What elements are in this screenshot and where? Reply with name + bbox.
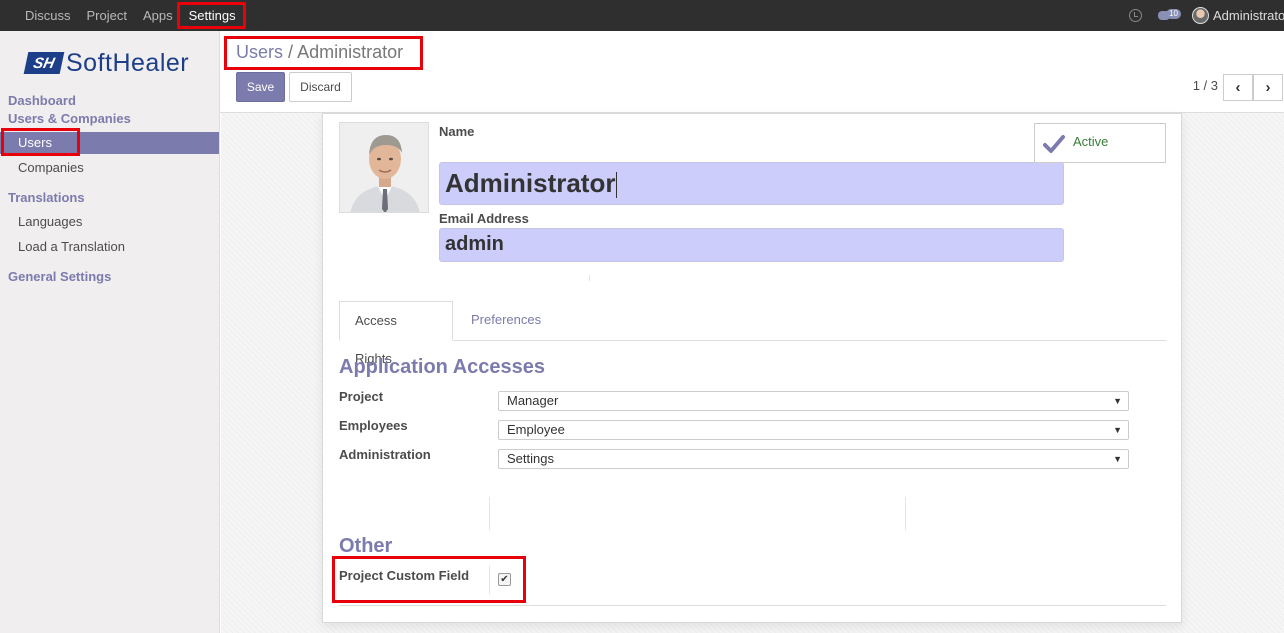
section-other: Other	[339, 535, 393, 557]
pager-previous-button[interactable]: ‹	[1223, 74, 1253, 101]
notebook-tabs: Access Rights Preferences	[339, 301, 1166, 366]
email-label: Email Address	[439, 211, 529, 226]
column-divider	[905, 497, 906, 530]
menu-settings[interactable]: Settings	[181, 8, 244, 23]
dropdown-arrow-icon: ▼	[1113, 425, 1122, 435]
administration-access-value: Settings	[507, 451, 554, 466]
dropdown-arrow-icon: ▼	[1113, 396, 1122, 406]
name-label: Name	[439, 124, 475, 139]
column-divider	[589, 275, 590, 281]
project-access-value: Manager	[507, 393, 559, 408]
tab-access-rights[interactable]: Access Rights	[339, 301, 453, 366]
field-label-project: Project	[339, 389, 384, 404]
column-divider	[489, 566, 490, 594]
check-icon	[1043, 135, 1065, 153]
user-photo[interactable]	[339, 122, 429, 213]
field-label-project-custom-field: Project Custom Field	[339, 568, 470, 583]
sidebar-item-users[interactable]: Users	[0, 132, 219, 154]
sidebar-item-dashboard[interactable]: Dashboard	[8, 93, 76, 108]
text-caret	[616, 172, 618, 199]
logo-text: SoftHealer	[66, 48, 190, 77]
field-label-employees: Employees	[339, 418, 408, 433]
email-input[interactable]: admin	[439, 228, 1064, 262]
section-application-accesses: Application Accesses	[339, 356, 546, 378]
control-panel: Users / Administrator Save Discard 1 / 3…	[220, 31, 1284, 113]
breadcrumb-current: Administrator	[297, 42, 404, 62]
name-value: Administrator	[445, 168, 616, 198]
administration-access-select[interactable]: Settings ▼	[498, 449, 1129, 469]
user-menu-name[interactable]: Administrator	[1213, 8, 1284, 23]
field-label-administration: Administration	[339, 447, 431, 462]
sidebar-item-load-translation[interactable]: Load a Translation	[0, 236, 219, 258]
pager-value: 1 / 3	[1192, 78, 1218, 93]
logo-mark: SH	[23, 52, 65, 74]
breadcrumb: Users / Administrator	[236, 42, 403, 63]
active-toggle-button[interactable]: Active	[1034, 123, 1166, 163]
messaging-icon[interactable]: 10	[1158, 8, 1181, 23]
tab-preferences[interactable]: Preferences	[456, 301, 556, 341]
app-menu: Discuss Project Apps Settings	[17, 0, 244, 31]
sidebar-section-users-companies[interactable]: Users & Companies	[8, 111, 131, 126]
user-photo-image	[340, 123, 428, 212]
company-logo: SH SoftHealer	[23, 48, 190, 77]
user-avatar[interactable]	[1192, 7, 1209, 24]
menu-discuss[interactable]: Discuss	[17, 8, 79, 23]
activity-clock-icon[interactable]	[1129, 9, 1142, 22]
name-input[interactable]: Administrator	[439, 162, 1064, 205]
sidebar-item-general-settings[interactable]: General Settings	[8, 269, 111, 284]
discard-button[interactable]: Discard	[289, 72, 352, 102]
menu-project[interactable]: Project	[79, 8, 135, 23]
sidebar-section-translations[interactable]: Translations	[8, 190, 85, 205]
chat-badge: 10	[1166, 8, 1181, 19]
sidebar-item-companies[interactable]: Companies	[0, 157, 219, 179]
sidebar: SH SoftHealer Dashboard Users & Companie…	[0, 31, 220, 633]
employees-access-select[interactable]: Employee ▼	[498, 420, 1129, 440]
breadcrumb-users[interactable]: Users	[236, 42, 283, 62]
project-custom-field-checkbox[interactable]: ✔	[498, 573, 511, 586]
chevron-left-icon: ‹	[1235, 79, 1241, 96]
menu-apps[interactable]: Apps	[135, 8, 181, 23]
sidebar-item-languages[interactable]: Languages	[0, 211, 219, 233]
save-button[interactable]: Save	[236, 72, 285, 102]
chevron-right-icon: ›	[1265, 79, 1271, 96]
breadcrumb-separator: /	[288, 42, 294, 62]
column-divider	[489, 497, 490, 530]
project-access-select[interactable]: Manager ▼	[498, 391, 1129, 411]
top-navbar: Discuss Project Apps Settings 10 Adminis…	[0, 0, 1284, 31]
active-label: Active	[1073, 134, 1109, 149]
dropdown-arrow-icon: ▼	[1113, 454, 1122, 464]
systray: 10 Administrator	[1129, 0, 1284, 31]
form-bottom-divider	[339, 605, 1166, 606]
employees-access-value: Employee	[507, 422, 565, 437]
pager-next-button[interactable]: ›	[1253, 74, 1283, 101]
